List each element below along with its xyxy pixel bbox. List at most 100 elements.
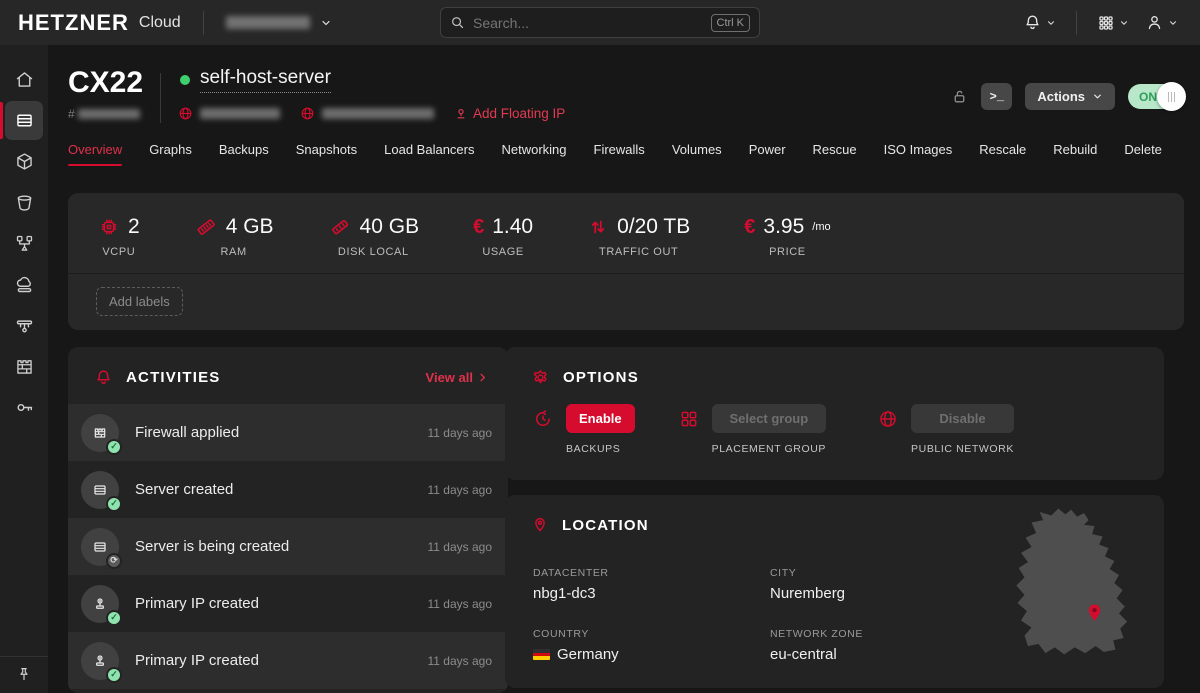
server-type: CX22	[68, 66, 143, 100]
enable-backups-button[interactable]: Enable	[566, 404, 635, 433]
activity-avatar: ✓	[81, 471, 119, 509]
option-backups: Enable BACKUPS	[533, 404, 635, 455]
euro-icon: €	[473, 216, 484, 239]
stat-traffic: 0/20 TB TRAFFIC OUT	[587, 215, 690, 258]
sidebar	[0, 45, 48, 693]
sidebar-item-images[interactable]	[0, 141, 48, 182]
field-value: eu-central	[770, 646, 1007, 663]
tab-networking[interactable]: Networking	[501, 142, 566, 166]
stat-ram: 4 GB RAM	[194, 215, 274, 258]
activity-avatar: ✓	[81, 642, 119, 680]
disk-icon	[328, 215, 352, 239]
option-placement-group: Select group PLACEMENT GROUP	[679, 404, 826, 455]
globe-icon	[178, 106, 193, 121]
redacted-server-id	[78, 109, 140, 119]
server-tabs: Overview Graphs Backups Snapshots Load B…	[68, 142, 1162, 166]
sidebar-item-networks[interactable]	[0, 305, 48, 346]
option-public-network: Disable PUBLIC NETWORK	[878, 404, 1014, 455]
redacted-ipv4	[200, 108, 280, 119]
sidebar-item-firewalls[interactable]	[0, 346, 48, 387]
sidebar-item-floating-ips[interactable]	[0, 264, 48, 305]
cube-icon	[14, 151, 35, 172]
chevron-down-icon	[1046, 18, 1056, 28]
tab-firewalls[interactable]: Firewalls	[594, 142, 645, 166]
server-name[interactable]: self-host-server	[200, 67, 331, 93]
stat-value: 3.95	[763, 215, 804, 239]
server-stats-card: 2 VCPU 4 GB RAM 40 GB DISK LOCAL	[68, 193, 1184, 330]
activity-time: 11 days ago	[428, 426, 493, 440]
activity-row: ✓ Server created 11 days ago	[68, 461, 508, 518]
tab-rescue[interactable]: Rescue	[813, 142, 857, 166]
actions-button[interactable]: Actions	[1025, 83, 1115, 110]
search-bar[interactable]: Ctrl K	[440, 7, 760, 38]
tab-iso-images[interactable]: ISO Images	[884, 142, 953, 166]
add-floating-ip-label: Add Floating IP	[473, 106, 565, 121]
activity-time: 11 days ago	[428, 540, 493, 554]
tab-load-balancers[interactable]: Load Balancers	[384, 142, 474, 166]
search-input[interactable]	[473, 15, 711, 31]
activity-row: ✓ Primary IP created 11 days ago	[68, 632, 508, 689]
sidebar-item-load-balancers[interactable]	[0, 223, 48, 264]
sidebar-pin-toggle[interactable]	[0, 656, 48, 693]
key-icon	[14, 397, 35, 418]
backup-history-icon	[533, 409, 553, 429]
view-all-link[interactable]: View all	[426, 370, 488, 385]
traffic-icon	[587, 216, 609, 238]
ram-icon	[194, 215, 218, 239]
server-icon	[92, 539, 108, 555]
chevron-down-icon	[1092, 91, 1103, 102]
server-id-prefix: #	[68, 107, 75, 121]
sidebar-item-object-storage[interactable]	[0, 182, 48, 223]
notifications-menu[interactable]	[1019, 9, 1060, 36]
select-placement-group-button: Select group	[712, 404, 826, 433]
tab-volumes[interactable]: Volumes	[672, 142, 722, 166]
activity-row: ✓ Primary IP created 11 days ago	[68, 575, 508, 632]
actions-label: Actions	[1037, 89, 1085, 104]
hetzner-logo[interactable]: HETZNER	[18, 10, 129, 36]
pin-icon	[15, 666, 33, 684]
pending-badge: ⟳	[106, 553, 122, 569]
project-switcher[interactable]	[226, 16, 332, 29]
options-panel: OPTIONS Enable BACKUPS Select group PLAC…	[505, 347, 1164, 480]
activity-avatar: ✓	[81, 585, 119, 623]
activity-title: Firewall applied	[135, 424, 239, 441]
tab-rescale[interactable]: Rescale	[979, 142, 1026, 166]
activity-title: Primary IP created	[135, 652, 259, 669]
tab-rebuild[interactable]: Rebuild	[1053, 142, 1097, 166]
tab-backups[interactable]: Backups	[219, 142, 269, 166]
activity-title: Primary IP created	[135, 595, 259, 612]
account-menu[interactable]	[1141, 9, 1182, 36]
tab-power[interactable]: Power	[749, 142, 786, 166]
add-floating-ip-button[interactable]: Add Floating IP	[454, 106, 565, 121]
tab-graphs[interactable]: Graphs	[149, 142, 192, 166]
header-divider	[160, 73, 161, 123]
sidebar-item-servers[interactable]	[0, 100, 48, 141]
germany-flag-icon	[533, 649, 550, 660]
console-button[interactable]: >_	[981, 83, 1012, 110]
location-field-city: CITY Nuremberg	[770, 567, 1007, 602]
sidebar-item-home[interactable]	[0, 59, 48, 100]
field-label: NETWORK ZONE	[770, 628, 1007, 640]
tab-delete[interactable]: Delete	[1124, 142, 1162, 166]
activity-time: 11 days ago	[428, 597, 493, 611]
location-field-datacenter: DATACENTER nbg1-dc3	[533, 567, 770, 602]
sidebar-item-security[interactable]	[0, 387, 48, 428]
tab-overview[interactable]: Overview	[68, 142, 122, 166]
apps-menu[interactable]	[1093, 10, 1133, 36]
power-toggle[interactable]: ON	[1128, 84, 1184, 109]
redacted-ipv6	[322, 108, 434, 119]
power-state-label: ON	[1139, 90, 1157, 104]
activity-avatar: ✓	[81, 414, 119, 452]
lock-icon	[951, 87, 968, 106]
load-balancer-icon	[14, 233, 35, 254]
product-name: Cloud	[139, 14, 181, 32]
tab-snapshots[interactable]: Snapshots	[296, 142, 357, 166]
location-field-network-zone: NETWORK ZONE eu-central	[770, 628, 1007, 663]
gear-icon	[531, 368, 550, 387]
bucket-icon	[14, 192, 35, 213]
activity-title: Server created	[135, 481, 233, 498]
success-badge: ✓	[106, 667, 122, 683]
stat-disk: 40 GB DISK LOCAL	[328, 215, 420, 258]
user-icon	[1145, 13, 1164, 32]
add-labels-button[interactable]: Add labels	[96, 287, 183, 316]
